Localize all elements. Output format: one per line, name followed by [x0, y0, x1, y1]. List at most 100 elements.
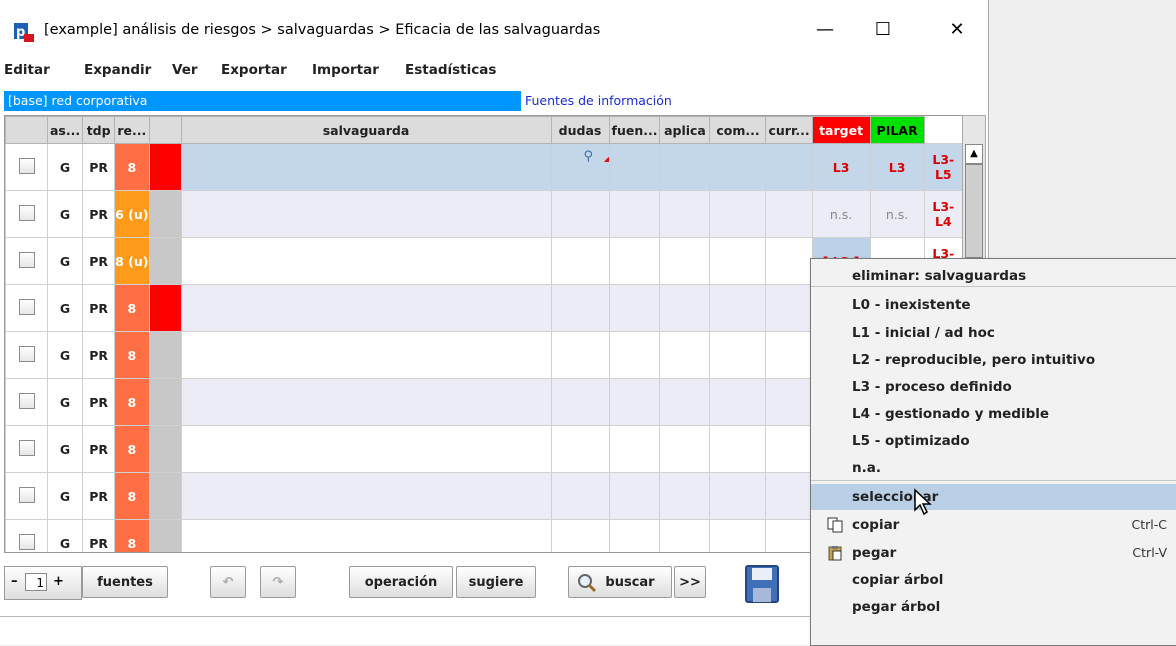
re-cell[interactable]: 6 (u): [114, 190, 150, 238]
tree-node-icon[interactable]: ⚲: [584, 150, 594, 164]
row-checkbox[interactable]: [18, 439, 35, 456]
scroll-thumb[interactable]: [965, 164, 983, 258]
row-checkbox[interactable]: [18, 157, 35, 174]
dudas-cell[interactable]: [608, 425, 661, 473]
aplica-cell[interactable]: [709, 143, 767, 191]
fuentes-button[interactable]: fuentes: [82, 566, 168, 598]
safeguard-cell[interactable]: 1⊸[IA.7.5] 2 factores: token + contraseñ…: [550, 378, 610, 426]
comentario-cell[interactable]: [765, 331, 813, 379]
dudas-cell[interactable]: [608, 519, 661, 552]
row-checkbox-cell[interactable]: [5, 190, 48, 238]
row-checkbox-cell[interactable]: [5, 425, 48, 473]
re-cell[interactable]: 8 (u): [114, 237, 150, 285]
redo-button[interactable]: ↷: [260, 566, 296, 598]
comentario-cell[interactable]: [765, 190, 813, 238]
context-menu-l5[interactable]: L5 - optimizado: [811, 428, 1176, 454]
undo-button[interactable]: ↶: [210, 566, 246, 598]
col-flag[interactable]: [148, 116, 182, 144]
safeguard-cell[interactable]: 1⊸[IA.7.1] Algo que se tiene - token fís…: [550, 190, 610, 238]
menu-editar[interactable]: Editar: [4, 62, 50, 78]
context-menu-seleccionar[interactable]: seleccionar: [811, 484, 1176, 510]
row-checkbox[interactable]: [18, 298, 35, 315]
col-comentario[interactable]: com...: [709, 116, 767, 144]
dudas-cell[interactable]: [608, 143, 661, 191]
save-disk-icon[interactable]: [744, 564, 780, 604]
table-row[interactable]: GPR6 (u) 1⊸[IA.7.1] Algo que se tiene - t…: [5, 190, 963, 238]
more-button[interactable]: >>: [674, 566, 706, 598]
dudas-cell[interactable]: [608, 237, 661, 285]
fuentes-cell[interactable]: [659, 190, 711, 238]
aplica-cell[interactable]: [709, 472, 767, 520]
row-checkbox-cell[interactable]: [5, 237, 48, 285]
re-cell[interactable]: 8: [114, 519, 150, 552]
buscar-button[interactable]: buscar: [568, 566, 672, 598]
fuentes-cell[interactable]: [659, 519, 711, 552]
aplica-cell[interactable]: [709, 425, 767, 473]
col-checkbox[interactable]: [5, 116, 48, 144]
re-cell[interactable]: 8: [114, 143, 150, 191]
menu-ver[interactable]: Ver: [172, 62, 198, 78]
row-checkbox[interactable]: [18, 392, 35, 409]
col-re[interactable]: re...: [114, 116, 150, 144]
fuentes-cell[interactable]: [659, 331, 711, 379]
re-cell[interactable]: 8: [114, 284, 150, 332]
menu-exportar[interactable]: Exportar: [221, 62, 287, 78]
safeguard-cell[interactable]: 1⊸[IA.7.6] 2 factores: token + certifica…: [550, 425, 610, 473]
context-menu-l1[interactable]: L1 - inicial / ad hoc: [811, 320, 1176, 346]
target-level-cell[interactable]: L3: [869, 143, 925, 191]
comentario-cell[interactable]: [765, 237, 813, 285]
row-checkbox[interactable]: [18, 251, 35, 268]
comentario-cell[interactable]: [765, 378, 813, 426]
re-cell[interactable]: 8: [114, 331, 150, 379]
col-pilar[interactable]: PILAR: [869, 116, 925, 144]
col-fuentes[interactable]: fuen...: [608, 116, 661, 144]
sources-link[interactable]: Fuentes de información: [525, 91, 672, 111]
aplica-cell[interactable]: [709, 519, 767, 552]
minimize-button[interactable]: —: [802, 14, 848, 46]
menu-importar[interactable]: Importar: [312, 62, 379, 78]
safeguard-cell[interactable]: 3⚲[IA.7] {xor} Factores de autenticación…: [550, 143, 610, 191]
operacion-button[interactable]: operación: [349, 566, 453, 598]
col-aplica[interactable]: aplica: [659, 116, 711, 144]
fuentes-cell[interactable]: [659, 425, 711, 473]
context-menu-l2[interactable]: L2 - reproducible, pero intuitivo: [811, 347, 1176, 373]
fuentes-cell[interactable]: [659, 237, 711, 285]
comentario-cell[interactable]: [765, 425, 813, 473]
scroll-up-icon[interactable]: ▲: [965, 144, 983, 164]
context-menu-pegar-arbol[interactable]: pegar árbol: [811, 594, 1176, 620]
fuentes-cell[interactable]: [659, 378, 711, 426]
row-checkbox-cell[interactable]: [5, 331, 48, 379]
sugiere-button[interactable]: sugiere: [456, 566, 536, 598]
comentario-cell[interactable]: [765, 284, 813, 332]
close-button[interactable]: ✕: [934, 14, 980, 46]
row-checkbox-cell[interactable]: [5, 143, 48, 191]
table-row[interactable]: GPR8 3⚲[IA.7] {xor} Factores de autentica…: [5, 143, 963, 191]
col-dudas[interactable]: dudas: [550, 116, 610, 144]
col-tdp[interactable]: tdp: [82, 116, 116, 144]
target-level-cell[interactable]: n.s.: [869, 190, 925, 238]
context-menu-copiar-arbol[interactable]: copiar árbol: [811, 567, 1176, 593]
re-cell[interactable]: 8: [114, 472, 150, 520]
context-menu-l4[interactable]: L4 - gestionado y medible: [811, 401, 1176, 427]
row-checkbox-cell[interactable]: [5, 284, 48, 332]
dudas-cell[interactable]: [608, 331, 661, 379]
aplica-cell[interactable]: [709, 378, 767, 426]
fuentes-cell[interactable]: [659, 143, 711, 191]
row-checkbox[interactable]: [18, 486, 35, 503]
dudas-cell[interactable]: [608, 284, 661, 332]
menu-expandir[interactable]: Expandir: [84, 62, 151, 78]
context-menu-l3[interactable]: L3 - proceso definido: [811, 374, 1176, 400]
comentario-cell[interactable]: [765, 472, 813, 520]
aplica-cell[interactable]: [709, 331, 767, 379]
comentario-cell[interactable]: [765, 519, 813, 552]
base-label[interactable]: [base] red corporativa: [4, 91, 521, 111]
dudas-cell[interactable]: [608, 190, 661, 238]
row-checkbox-cell[interactable]: [5, 472, 48, 520]
row-checkbox-cell[interactable]: [5, 519, 48, 552]
col-salvaguarda[interactable]: salvaguarda: [180, 116, 552, 144]
aplica-cell[interactable]: [709, 284, 767, 332]
dudas-cell[interactable]: [608, 472, 661, 520]
context-menu-copiar[interactable]: copiar Ctrl-C: [811, 512, 1176, 538]
safeguard-cell[interactable]: 1⊸[IA.7.2] Algo que se conoce (ej. contr…: [550, 237, 610, 285]
current-level-cell[interactable]: L3: [811, 143, 871, 191]
